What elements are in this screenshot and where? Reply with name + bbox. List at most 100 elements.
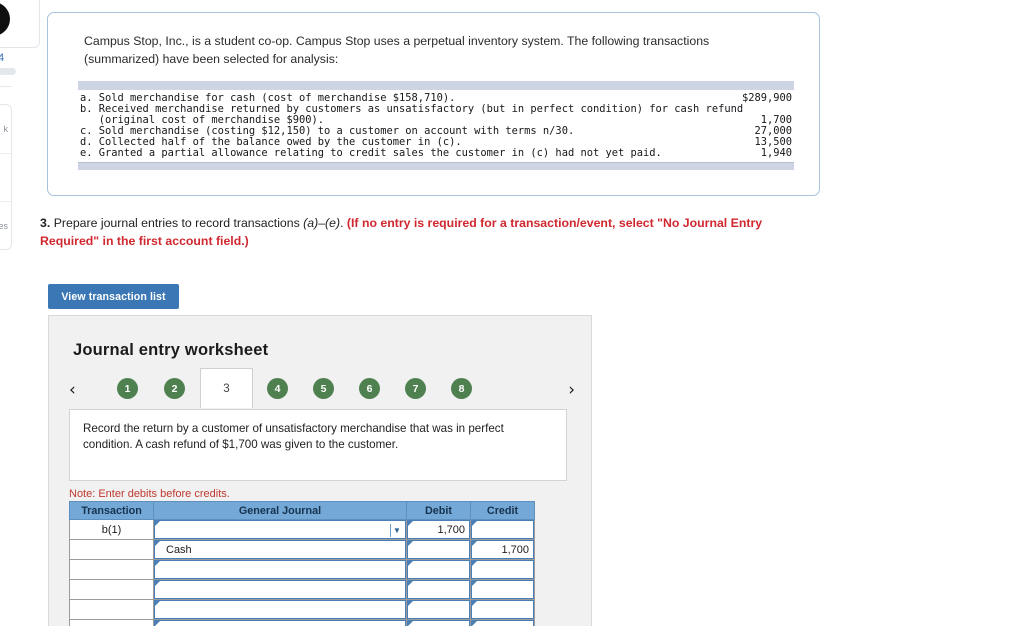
transaction-label [70, 600, 153, 619]
credit-input-row-5[interactable] [471, 600, 534, 619]
debit-input-row-3[interactable] [407, 560, 470, 579]
cell-transaction [69, 619, 154, 626]
credit-input-row-4[interactable] [471, 580, 534, 599]
cell-account[interactable] [153, 559, 407, 580]
transaction-amount: $289,900 [741, 92, 792, 104]
journal-entry-table: Transaction General Journal Debit Credit… [69, 501, 535, 626]
pager-page-4[interactable]: 4 [267, 378, 288, 399]
pager-page-5[interactable]: 5 [313, 378, 334, 399]
problem-info-card: Campus Stop, Inc., is a student co-op. C… [47, 12, 820, 196]
transaction-label [70, 580, 153, 599]
pager-page-3-active[interactable]: 3 [200, 368, 253, 408]
account-input-row-3[interactable] [154, 560, 406, 579]
header-transaction: Transaction [69, 501, 154, 520]
debits-before-credits-note: Note: Enter debits before credits. [69, 488, 230, 500]
pager-page-2[interactable]: 2 [164, 378, 185, 399]
cell-transaction [69, 559, 154, 580]
credit-input-row-6[interactable] [471, 620, 534, 626]
cell-account[interactable]: Cash [153, 539, 407, 560]
transaction-row: e. Granted a partial allowance relating … [78, 148, 794, 159]
table-row: b(1) ▼ 1,700 [69, 519, 535, 540]
journal-table-header-row: Transaction General Journal Debit Credit [69, 501, 535, 520]
sidebar-item-2[interactable] [0, 154, 11, 203]
sidebar-badge-number: 4 [0, 52, 5, 64]
cell-debit[interactable]: 1,700 [406, 519, 471, 540]
debit-input-row-1[interactable]: 1,700 [407, 520, 470, 539]
cell-account[interactable] [153, 599, 407, 620]
debit-input-row-6[interactable] [407, 620, 470, 626]
cell-credit[interactable] [470, 519, 535, 540]
header-general-journal: General Journal [153, 501, 407, 520]
account-input-row-5[interactable] [154, 600, 406, 619]
table-row [69, 599, 535, 620]
cell-debit[interactable] [406, 579, 471, 600]
table-row [69, 559, 535, 580]
page-root: 4 k ces Campus Stop, Inc., is a student … [0, 0, 1024, 626]
cell-credit[interactable] [470, 579, 535, 600]
transaction-list-top-bar [78, 81, 794, 90]
credit-input-row-2[interactable]: 1,700 [471, 540, 534, 559]
header-debit: Debit [406, 501, 471, 520]
cell-credit[interactable] [470, 599, 535, 620]
account-input-row-4[interactable] [154, 580, 406, 599]
sidebar-item-3[interactable]: ces [0, 202, 11, 251]
transaction-amount: 1,940 [760, 147, 792, 160]
header-credit: Credit [470, 501, 535, 520]
cell-debit[interactable] [406, 619, 471, 626]
cell-account[interactable]: ▼ [153, 519, 407, 540]
transaction-label: b(1) [101, 523, 122, 536]
transaction-list-rows: a. Sold merchandise for cash (cost of me… [78, 90, 794, 160]
cell-transaction [69, 539, 154, 560]
question-ref-a: (a) [303, 216, 319, 230]
worksheet-instruction-text: Record the return by a customer of unsat… [83, 422, 504, 451]
pager-page-8[interactable]: 8 [451, 378, 472, 399]
transaction-label [70, 560, 153, 579]
question-period: . [340, 216, 347, 230]
cell-debit[interactable] [406, 539, 471, 560]
cell-debit[interactable] [406, 559, 471, 580]
pager-page-6[interactable]: 6 [359, 378, 380, 399]
debit-input-row-2[interactable] [407, 540, 470, 559]
worksheet-title: Journal entry worksheet [73, 341, 269, 359]
debit-input-row-4[interactable] [407, 580, 470, 599]
transaction-list-block: a. Sold merchandise for cash (cost of me… [78, 81, 794, 170]
worksheet-pager: ‹ 1 2 3 4 5 6 7 8 › [69, 368, 575, 408]
chevron-left-icon[interactable]: ‹ [69, 379, 76, 401]
transaction-label [70, 620, 153, 626]
cell-debit[interactable] [406, 599, 471, 620]
account-input-row-1[interactable]: ▼ [154, 520, 406, 539]
question-ref-e: (e) [325, 216, 341, 230]
transaction-text: e. Granted a partial allowance relating … [80, 147, 662, 160]
sidebar-divider [0, 86, 12, 87]
sidebar-item-1[interactable]: k [0, 105, 11, 154]
view-transaction-list-button[interactable]: View transaction list [48, 284, 179, 309]
account-input-row-6[interactable] [154, 620, 406, 626]
account-input-row-2[interactable]: Cash [154, 540, 406, 559]
worksheet-instruction-box: Record the return by a customer of unsat… [69, 409, 567, 481]
table-row [69, 619, 535, 626]
pager-page-1[interactable]: 1 [117, 378, 138, 399]
credit-input-row-1[interactable] [471, 520, 534, 539]
problem-intro-text: Campus Stop, Inc., is a student co-op. C… [84, 34, 710, 66]
question-number: 3. [40, 216, 51, 230]
cell-transaction [69, 579, 154, 600]
journal-entry-worksheet-panel: Journal entry worksheet ‹ 1 2 3 4 5 6 7 … [48, 315, 592, 626]
cell-account[interactable] [153, 579, 407, 600]
sidebar-menu-card[interactable]: k ces [0, 104, 12, 250]
credit-input-row-3[interactable] [471, 560, 534, 579]
transaction-list-bottom-bar [78, 161, 794, 170]
table-row: Cash 1,700 [69, 539, 535, 560]
table-row [69, 579, 535, 600]
cell-credit[interactable] [470, 619, 535, 626]
transaction-label [70, 540, 153, 559]
pager-page-7[interactable]: 7 [405, 378, 426, 399]
cell-credit[interactable] [470, 559, 535, 580]
debit-input-row-5[interactable] [407, 600, 470, 619]
question-lead: Prepare journal entries to record transa… [53, 216, 304, 230]
sidebar-progress-pill [0, 68, 16, 75]
cell-credit[interactable]: 1,700 [470, 539, 535, 560]
chevron-down-icon[interactable]: ▼ [390, 524, 403, 537]
question-3: 3. Prepare journal entries to record tra… [40, 215, 800, 250]
chevron-right-icon[interactable]: › [568, 379, 575, 401]
cell-account[interactable] [153, 619, 407, 626]
